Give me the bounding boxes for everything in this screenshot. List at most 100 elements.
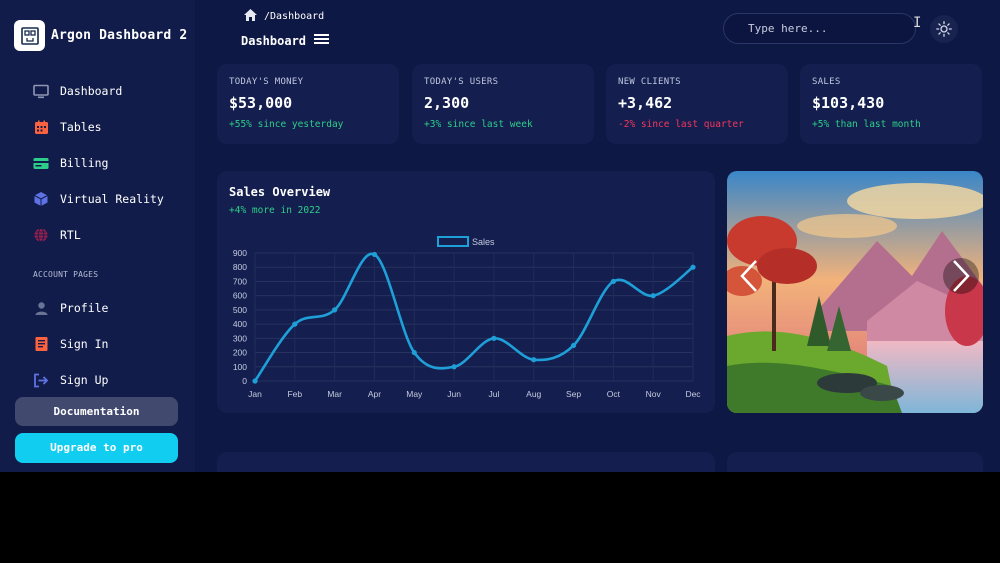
sales-overview-card: 0 100 200 300 400 500 600 700 800 900 Jan Feb Mar Apr… xyxy=(217,171,715,413)
stat-label: NEW CLIENTS xyxy=(618,77,681,87)
data-point xyxy=(292,321,298,327)
theme-toggle-sun-icon[interactable] xyxy=(930,15,958,43)
home-icon[interactable] xyxy=(243,8,258,25)
letterbox-bar xyxy=(0,472,1000,563)
x-tick-label: Feb xyxy=(287,389,302,399)
stat-change: +5% than last month xyxy=(812,119,921,130)
data-point xyxy=(332,307,338,313)
x-tick-label: Mar xyxy=(327,389,342,399)
legend-swatch xyxy=(437,236,469,247)
data-point xyxy=(570,342,577,349)
x-tick-label: Apr xyxy=(368,389,381,399)
sidebar-item-rtl[interactable]: RTL xyxy=(33,227,81,243)
carousel-next-button[interactable] xyxy=(943,258,979,294)
stat-value: $103,430 xyxy=(812,94,885,112)
sidebar-item-label: Sign In xyxy=(60,337,109,351)
sidebar-item-virtual-reality[interactable]: Virtual Reality xyxy=(33,191,164,207)
brand-logo-icon xyxy=(14,20,45,51)
globe-icon xyxy=(33,227,49,243)
sidebar-item-billing[interactable]: Billing xyxy=(33,155,108,171)
x-tick-label: Jul xyxy=(488,389,499,399)
sidebar-item-label: RTL xyxy=(60,228,81,242)
stat-value: $53,000 xyxy=(229,94,293,112)
monitor-icon xyxy=(33,83,49,99)
document-icon xyxy=(33,336,49,352)
credit-card-icon xyxy=(33,155,49,171)
documentation-button[interactable]: Documentation xyxy=(15,397,178,426)
x-tick-label: Jun xyxy=(447,389,461,399)
sidebar-item-tables[interactable]: Tables xyxy=(33,119,102,135)
brand-name: Argon Dashboard 2 xyxy=(51,28,188,43)
y-tick-label: 400 xyxy=(233,319,247,329)
sidebar-item-label: Tables xyxy=(60,120,102,134)
sidebar-item-label: Dashboard xyxy=(60,84,123,98)
y-tick-label: 800 xyxy=(233,262,247,272)
stat-value: +3,462 xyxy=(618,94,673,112)
x-tick-label: Aug xyxy=(526,389,541,399)
y-tick-label: 700 xyxy=(233,276,247,286)
bottom-card-left xyxy=(217,452,715,472)
chart-title: Sales Overview xyxy=(229,185,331,199)
stat-card-money: TODAY'S MONEY $53,000 +55% since yesterd… xyxy=(217,64,399,144)
x-tick-label: Jan xyxy=(248,389,262,399)
data-point xyxy=(650,293,656,299)
bottom-card-right xyxy=(727,452,983,472)
stat-card-users: TODAY'S USERS 2,300 +3% since last week xyxy=(412,64,594,144)
upgrade-to-pro-button[interactable]: Upgrade to pro xyxy=(15,433,178,463)
y-tick-label: 300 xyxy=(233,333,247,343)
legend-label: Sales xyxy=(472,237,495,247)
calendar-icon xyxy=(33,119,49,135)
text-cursor-icon: I xyxy=(913,15,922,31)
section-label-account-pages: ACCOUNT PAGES xyxy=(33,270,99,279)
page-title: Dashboard xyxy=(241,33,330,48)
sign-up-icon xyxy=(33,372,49,388)
cube-icon xyxy=(33,191,49,207)
sidebar-item-dashboard[interactable]: Dashboard xyxy=(33,83,122,99)
carousel-prev-button[interactable] xyxy=(731,258,767,294)
stat-value: 2,300 xyxy=(424,94,470,112)
data-point xyxy=(252,378,258,384)
stat-card-sales: SALES $103,430 +5% than last month xyxy=(800,64,982,144)
y-tick-label: 900 xyxy=(233,248,247,258)
sidebar: Argon Dashboard 2 Dashboard Tables Billi… xyxy=(0,0,195,472)
y-tick-label: 600 xyxy=(233,291,247,301)
x-tick-label: May xyxy=(406,389,423,399)
brand[interactable]: Argon Dashboard 2 xyxy=(14,20,187,51)
page-title-text: Dashboard xyxy=(241,33,307,48)
series-line-sales xyxy=(253,252,694,382)
data-point xyxy=(411,349,417,356)
sidebar-item-sign-up[interactable]: Sign Up xyxy=(33,372,108,388)
x-tick-label: Oct xyxy=(607,389,621,399)
sidebar-item-label: Virtual Reality xyxy=(60,192,164,206)
x-tick-label: Sep xyxy=(566,389,581,399)
data-point xyxy=(491,335,497,341)
y-tick-label: 200 xyxy=(233,348,247,358)
stat-label: TODAY'S MONEY xyxy=(229,77,304,87)
user-icon xyxy=(33,300,49,316)
hamburger-menu-icon[interactable] xyxy=(314,33,330,48)
y-tick-label: 500 xyxy=(233,305,247,315)
stat-change: +55% since yesterday xyxy=(229,119,344,130)
x-tick-label: Dec xyxy=(685,389,701,399)
data-point xyxy=(610,278,616,285)
sidebar-item-label: Billing xyxy=(60,156,109,170)
stat-label: TODAY'S USERS xyxy=(424,77,499,87)
stat-card-clients: NEW CLIENTS +3,462 -2% since last quarte… xyxy=(606,64,788,144)
sidebar-item-profile[interactable]: Profile xyxy=(33,300,108,316)
y-tick-label: 100 xyxy=(233,362,247,372)
chevron-left-icon xyxy=(740,260,757,292)
breadcrumb-current: /Dashboard xyxy=(264,11,325,22)
dashboard-app: Argon Dashboard 2 Dashboard Tables Billi… xyxy=(0,0,1000,472)
stat-change: -2% since last quarter xyxy=(618,119,744,130)
x-tick-label: Nov xyxy=(646,389,662,399)
data-point xyxy=(371,251,378,258)
y-tick-label: 0 xyxy=(242,376,247,386)
data-point xyxy=(690,264,696,270)
sidebar-item-sign-in[interactable]: Sign In xyxy=(33,336,108,352)
data-point xyxy=(531,357,537,363)
chevron-right-icon xyxy=(953,260,970,292)
data-point xyxy=(451,364,457,370)
search-input[interactable]: Type here... xyxy=(723,13,916,44)
breadcrumb: /Dashboard xyxy=(243,8,324,25)
sidebar-item-label: Profile xyxy=(60,301,109,315)
